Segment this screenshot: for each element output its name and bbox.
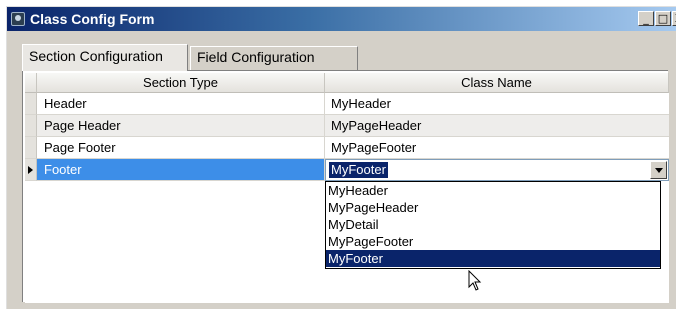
dropdown-option[interactable]: MyDetail	[326, 216, 660, 233]
row-selector[interactable]	[25, 137, 37, 159]
row-selector[interactable]	[25, 159, 37, 181]
table-row[interactable]: Page Header MyPageHeader	[25, 115, 669, 137]
tab-field-configuration[interactable]: Field Configuration	[190, 46, 358, 70]
title-bar[interactable]: Class Config Form _ □ X	[7, 7, 676, 31]
table-row[interactable]: Page Footer MyPageFooter	[25, 137, 669, 159]
cell-section-type[interactable]: Page Header	[37, 115, 325, 137]
tab-section-configuration[interactable]: Section Configuration	[22, 44, 188, 71]
current-row-arrow-icon	[28, 166, 33, 174]
cell-section-type[interactable]: Page Footer	[37, 137, 325, 159]
tab-panel: Section Type Class Name Header MyHeader …	[22, 70, 669, 303]
dropdown-option[interactable]: MyHeader	[326, 182, 660, 199]
cell-class-name-editor[interactable]: MyFooter	[325, 159, 669, 181]
combobox-value[interactable]: MyFooter	[329, 162, 388, 178]
dropdown-option-highlighted[interactable]: MyFooter	[326, 250, 660, 267]
cell-section-type[interactable]: Header	[37, 93, 325, 115]
dropdown-option[interactable]: MyPageHeader	[326, 199, 660, 216]
window-title: Class Config Form	[30, 11, 155, 27]
close-button[interactable]: X	[672, 11, 676, 26]
app-icon[interactable]	[11, 12, 25, 26]
mouse-pointer-icon	[468, 270, 482, 291]
cell-class-name[interactable]: MyHeader	[325, 93, 669, 115]
dropdown-option[interactable]: MyPageFooter	[326, 233, 660, 250]
maximize-button[interactable]: □	[655, 11, 671, 26]
minimize-button[interactable]: _	[638, 11, 654, 26]
column-header-section-type[interactable]: Section Type	[37, 73, 325, 93]
cell-section-type[interactable]: Footer	[37, 159, 325, 181]
row-selector[interactable]	[25, 93, 37, 115]
class-name-combobox[interactable]: MyFooter	[325, 159, 669, 181]
table-row[interactable]: Header MyHeader	[25, 93, 669, 115]
column-header-class-name[interactable]: Class Name	[325, 73, 669, 93]
cell-class-name[interactable]: MyPageFooter	[325, 137, 669, 159]
row-header-corner	[25, 73, 37, 93]
row-selector[interactable]	[25, 115, 37, 137]
cell-class-name[interactable]: MyPageHeader	[325, 115, 669, 137]
chevron-down-icon[interactable]	[650, 161, 667, 179]
table-row-selected[interactable]: Footer MyFooter	[25, 159, 669, 181]
class-name-dropdown-list[interactable]: MyHeader MyPageHeader MyDetail MyPageFoo…	[325, 181, 661, 269]
section-grid[interactable]: Section Type Class Name Header MyHeader …	[25, 73, 669, 303]
